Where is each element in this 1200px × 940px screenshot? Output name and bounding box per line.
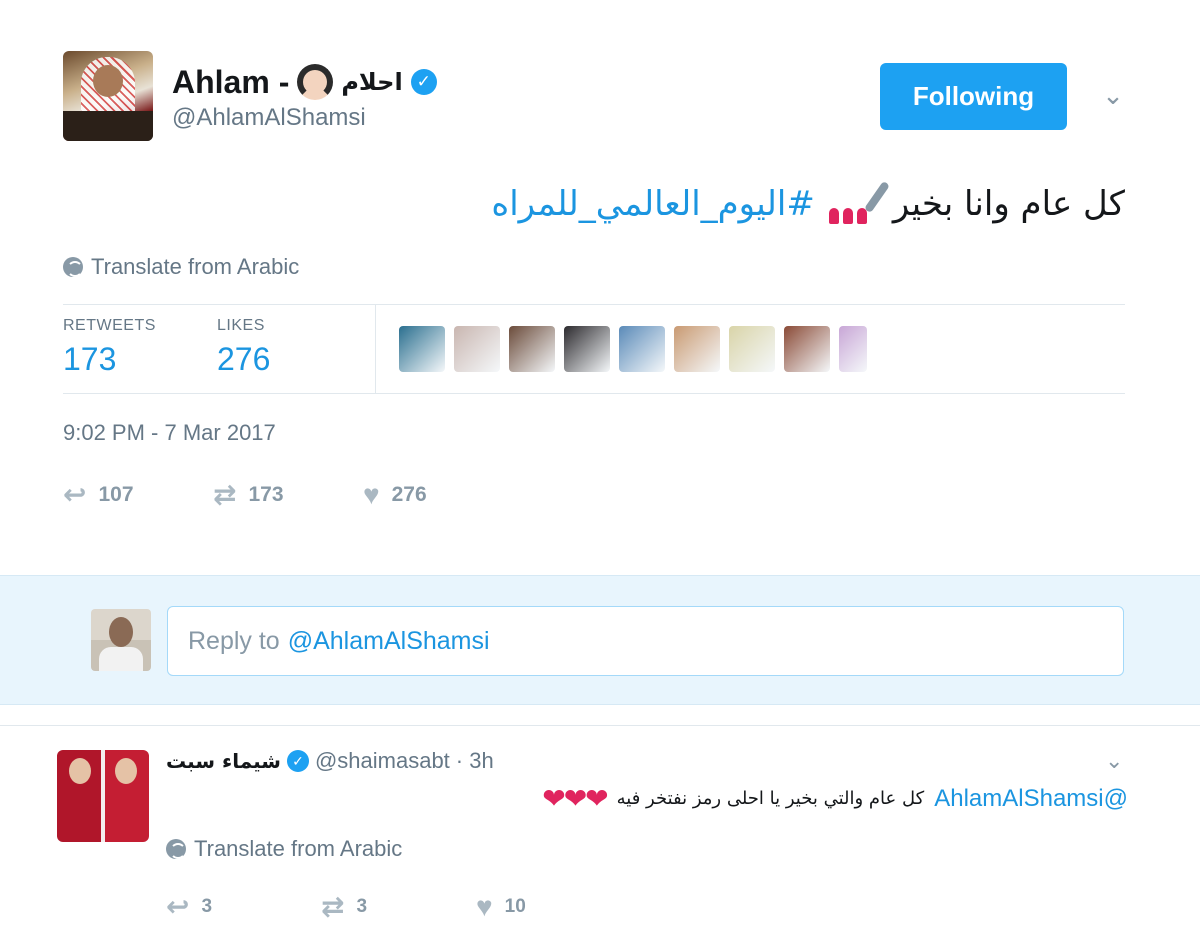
reply-text-arabic: كل عام والتي بخير يا احلى رمز نفتخر فيه bbox=[616, 788, 925, 809]
liker-avatar[interactable] bbox=[619, 326, 665, 372]
tweet-text-arabic: كل عام وانا بخير bbox=[892, 184, 1125, 224]
retweets-label: RETWEETS bbox=[63, 317, 156, 334]
globe-icon bbox=[63, 257, 83, 277]
like-count: 10 bbox=[504, 895, 526, 917]
liker-avatar[interactable] bbox=[839, 326, 867, 372]
liker-avatars bbox=[399, 326, 867, 372]
tweet-timestamp[interactable]: 9:02 PM - 7 Mar 2017 bbox=[63, 420, 276, 446]
avatar-robe-shape bbox=[63, 111, 153, 141]
like-action[interactable]: ♥ 276 bbox=[363, 478, 513, 511]
author-avatar[interactable] bbox=[63, 51, 153, 141]
nail-shape bbox=[828, 208, 839, 224]
avatar-shirt-shape bbox=[99, 647, 143, 671]
reply-action[interactable]: ↩ 3 bbox=[166, 890, 321, 923]
reply-placeholder-mention: @AhlamAlShamsi bbox=[287, 626, 490, 655]
chevron-down-icon[interactable]: ⌄ bbox=[1105, 748, 1123, 774]
retweet-icon: ⇄ bbox=[213, 479, 237, 510]
reply-time[interactable]: · 3h bbox=[456, 748, 494, 774]
liker-avatar[interactable] bbox=[674, 326, 720, 372]
globe-icon bbox=[166, 839, 186, 859]
reply-text: @AhlamAlShamsi كل عام والتي بخير يا احلى… bbox=[420, 782, 1128, 815]
retweet-count: 3 bbox=[356, 895, 368, 917]
nail-polish-icon bbox=[825, 180, 890, 224]
reply-actions: ↩ 3 ⇄ 3 ♥ 10 bbox=[166, 890, 631, 923]
retweet-action[interactable]: ⇄ 3 bbox=[321, 890, 476, 923]
author-name-arabic[interactable]: احلام bbox=[341, 68, 402, 96]
divider bbox=[63, 393, 1125, 394]
likes-stat[interactable]: LIKES 276 bbox=[217, 317, 270, 378]
hearts-icon: ❤❤❤ bbox=[542, 783, 608, 814]
brush-shape bbox=[863, 180, 890, 214]
avatar-head-shape bbox=[109, 617, 133, 647]
avatar-face-shape bbox=[93, 65, 123, 97]
woman-face-icon bbox=[297, 64, 334, 100]
reply-icon: ↩ bbox=[63, 479, 87, 510]
reply-action[interactable]: ↩ 107 bbox=[63, 478, 213, 511]
current-user-avatar[interactable] bbox=[91, 609, 151, 671]
reply-author-handle[interactable]: @shaimasabt bbox=[315, 748, 450, 774]
nail-shape bbox=[856, 208, 867, 224]
author-name-row[interactable]: Ahlam - احلام ✓ bbox=[172, 60, 437, 104]
main-tweet: Ahlam - احلام ✓ @AhlamAlShamsi Following… bbox=[0, 0, 1200, 575]
reply-mention[interactable]: @AhlamAlShamsi bbox=[934, 785, 1128, 813]
retweet-icon: ⇄ bbox=[321, 891, 345, 922]
translate-link[interactable]: Translate from Arabic bbox=[63, 254, 299, 280]
reply-author-avatar[interactable] bbox=[57, 750, 149, 842]
author-handle[interactable]: @AhlamAlShamsi bbox=[172, 104, 366, 132]
reply-placeholder-prefix: Reply to bbox=[188, 626, 280, 655]
reply-translate-link[interactable]: Translate from Arabic bbox=[166, 836, 402, 862]
reply-header: شيماء سبت ✓ @shaimasabt · 3h bbox=[166, 748, 494, 774]
heart-icon: ♥ bbox=[363, 478, 380, 510]
tweet-text: كل عام وانا بخير #اليوم_العالمي_للمراه bbox=[380, 180, 1125, 228]
retweet-action[interactable]: ⇄ 173 bbox=[213, 478, 363, 511]
reply-count: 3 bbox=[201, 895, 213, 917]
liker-avatar[interactable] bbox=[454, 326, 500, 372]
liker-avatar[interactable] bbox=[729, 326, 775, 372]
heart-icon: ♥ bbox=[476, 890, 493, 922]
reply-composer: Reply to @AhlamAlShamsi bbox=[0, 575, 1200, 705]
retweets-count: 173 bbox=[63, 341, 117, 377]
reply-tweet[interactable]: شيماء سبت ✓ @shaimasabt · 3h ⌄ @AhlamAlS… bbox=[0, 725, 1200, 940]
tweet-actions: ↩ 107 ⇄ 173 ♥ 276 bbox=[63, 478, 513, 511]
translate-label: Translate from Arabic bbox=[91, 254, 300, 279]
tweet-stats: RETWEETS 173 LIKES 276 bbox=[63, 305, 1125, 393]
stats-separator bbox=[375, 305, 376, 393]
like-action[interactable]: ♥ 10 bbox=[476, 890, 631, 923]
liker-avatar[interactable] bbox=[399, 326, 445, 372]
reply-icon: ↩ bbox=[166, 891, 190, 922]
author-name[interactable]: Ahlam - bbox=[172, 64, 289, 101]
nail-shape bbox=[842, 208, 853, 224]
following-button[interactable]: Following bbox=[880, 63, 1067, 130]
likes-count: 276 bbox=[217, 341, 271, 377]
liker-avatar[interactable] bbox=[784, 326, 830, 372]
verified-badge-icon: ✓ bbox=[410, 69, 437, 95]
reply-input[interactable]: Reply to @AhlamAlShamsi bbox=[167, 606, 1124, 676]
chevron-down-icon[interactable]: ⌄ bbox=[1098, 80, 1128, 110]
liker-avatar[interactable] bbox=[509, 326, 555, 372]
liker-avatar[interactable] bbox=[564, 326, 610, 372]
avatar-face-shape bbox=[69, 758, 91, 784]
like-count: 276 bbox=[391, 482, 427, 506]
retweets-stat[interactable]: RETWEETS 173 bbox=[63, 317, 156, 378]
retweet-count: 173 bbox=[248, 482, 284, 506]
avatar-face-shape bbox=[115, 758, 137, 784]
reply-count: 107 bbox=[98, 482, 134, 506]
hashtag-link[interactable]: #اليوم_العالمي_للمراه bbox=[491, 180, 814, 228]
likes-label: LIKES bbox=[217, 317, 265, 334]
translate-label: Translate from Arabic bbox=[194, 836, 403, 861]
verified-badge-icon: ✓ bbox=[286, 750, 309, 772]
reply-author-name[interactable]: شيماء سبت bbox=[166, 749, 281, 773]
